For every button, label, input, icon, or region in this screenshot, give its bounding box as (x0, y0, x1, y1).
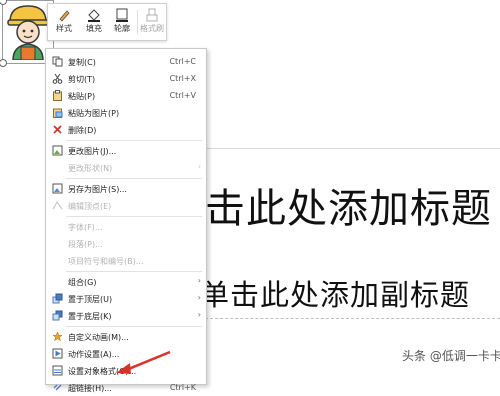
menu-item-edit-points[interactable]: 编辑顶点(E) (46, 197, 206, 214)
menu-item-paste[interactable]: 粘贴(P) Ctrl+V (46, 87, 206, 104)
action-icon (52, 348, 63, 359)
paste-picture-icon (53, 108, 63, 118)
menu-item-delete[interactable]: 删除(D) (46, 121, 206, 138)
menu-item-label: 超链接(H)... (68, 384, 112, 393)
outline-button-label: 轮廓 (114, 24, 130, 33)
animation-icon (52, 331, 63, 342)
menu-item-font[interactable]: 字体(F)... (46, 218, 206, 235)
menu-item-cut[interactable]: 剪切(T) Ctrl+X (46, 70, 206, 87)
menu-item-save-as-picture[interactable]: 另存为图片(S)... (46, 180, 206, 197)
menu-item-label: 自定义动画(M)... (68, 333, 129, 342)
annotation-arrow-icon (116, 350, 171, 374)
edit-points-icon (52, 201, 63, 210)
menu-separator (66, 326, 202, 327)
change-picture-icon (52, 145, 63, 156)
menu-item-label: 置于顶层(U) (68, 295, 113, 304)
menu-item-label: 更改形状(N) (68, 164, 113, 173)
paste-icon (53, 90, 62, 101)
delete-x-icon (53, 125, 62, 134)
watermark: 头条 @低调一卡卡 (390, 322, 500, 375)
submenu-arrow-icon: › (197, 162, 201, 171)
menu-item-change-shape[interactable]: 更改形状(N) › (46, 159, 206, 176)
style-button[interactable]: 样式 (50, 6, 78, 38)
menu-item-shortcut: Ctrl+C (169, 57, 196, 66)
submenu-arrow-icon: › (197, 276, 201, 285)
menu-item-label: 组合(G) (68, 278, 97, 287)
menu-separator (66, 216, 202, 217)
format-painter-button[interactable]: 格式刷 (138, 6, 166, 38)
fill-button-label: 填充 (86, 24, 102, 33)
menu-item-label: 粘贴(P) (68, 92, 96, 101)
menu-item-change-picture[interactable]: 更改图片(J)... (46, 142, 206, 159)
format-object-icon (52, 365, 63, 376)
menu-item-copy[interactable]: 复制(C) Ctrl+C (46, 53, 206, 70)
menu-item-shortcut: Ctrl+X (169, 74, 196, 83)
save-picture-icon (52, 183, 63, 194)
copy-icon (52, 56, 63, 67)
menu-item-label: 置于底层(K) (68, 312, 112, 321)
menu-separator (66, 140, 202, 141)
menu-item-group[interactable]: 组合(G) › (46, 273, 206, 290)
title-placeholder[interactable]: 击此处添加标题 (205, 168, 500, 238)
menu-item-bring-to-front[interactable]: 置于顶层(U) › (46, 290, 206, 307)
menu-item-label: 更改图片(J)... (68, 147, 117, 156)
menu-item-label: 字体(F)... (68, 223, 103, 232)
style-button-label: 样式 (56, 24, 72, 33)
menu-item-label: 剪切(T) (68, 75, 96, 84)
menu-item-custom-animation[interactable]: 自定义动画(M)... (46, 328, 206, 345)
subtitle-placeholder-border (205, 318, 500, 320)
menu-item-paste-as-picture[interactable]: 粘贴为图片(P) (46, 104, 206, 121)
context-menu: 复制(C) Ctrl+C 剪切(T) Ctrl+X 粘贴(P) Ctrl+V 粘… (45, 48, 207, 393)
scissors-icon (52, 73, 63, 84)
menu-item-label: 项目符号和编号(B)... (68, 257, 144, 266)
menu-item-hyperlink[interactable]: 超链接(H)... Ctrl+K (46, 379, 206, 396)
hyperlink-icon (53, 384, 62, 391)
menu-item-label: 另存为图片(S)... (68, 185, 127, 194)
subtitle-placeholder-text[interactable]: 单击此处添加副标题 (200, 272, 470, 314)
slide-edge (205, 148, 500, 149)
menu-item-label: 粘贴为图片(P) (68, 109, 120, 118)
paint-bucket-icon (88, 9, 100, 22)
submenu-arrow-icon: › (197, 310, 201, 319)
menu-item-bullets-numbering[interactable]: 项目符号和编号(B)... (46, 252, 206, 269)
format-painter-icon (146, 8, 158, 22)
bring-front-icon (52, 293, 63, 304)
menu-item-label: 段落(P)... (68, 240, 103, 249)
menu-item-label: 删除(D) (68, 126, 97, 135)
menu-item-label: 复制(C) (68, 58, 96, 67)
title-placeholder-text: 击此处添加标题 (205, 186, 492, 232)
menu-item-send-to-back[interactable]: 置于底层(K) › (46, 307, 206, 324)
outline-button[interactable]: 轮廓 (108, 6, 136, 38)
watermark-text: 头条 @低调一卡卡 (402, 349, 500, 363)
menu-item-shortcut: Ctrl+K (169, 383, 196, 392)
fill-button[interactable]: 填充 (80, 6, 108, 38)
menu-item-paragraph[interactable]: 段落(P)... (46, 235, 206, 252)
format-painter-label: 格式刷 (140, 24, 164, 33)
menu-separator (66, 271, 202, 272)
submenu-arrow-icon: › (197, 293, 201, 302)
menu-item-shortcut: Ctrl+V (169, 91, 196, 100)
outline-icon (116, 8, 128, 22)
pencil-icon (59, 10, 70, 22)
send-back-icon (52, 310, 63, 321)
mini-toolbar: 样式 填充 轮廓 格式刷 (47, 3, 167, 41)
menu-item-label: 编辑顶点(E) (68, 202, 112, 211)
menu-separator (66, 178, 202, 179)
